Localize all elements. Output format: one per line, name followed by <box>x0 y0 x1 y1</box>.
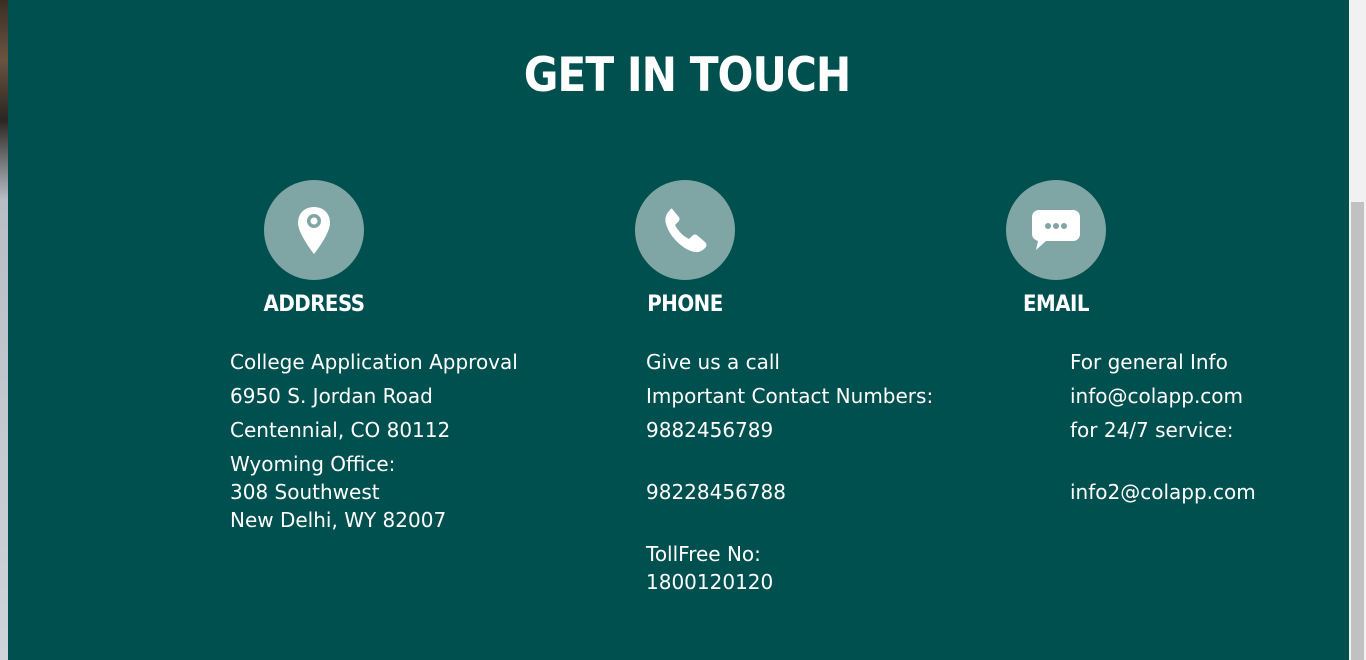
address-line: College Application Approval <box>230 350 518 374</box>
map-pin-icon <box>298 207 330 254</box>
email-link[interactable]: info2@colapp.com <box>1070 478 1256 506</box>
section-title: GET IN TOUCH <box>523 48 852 103</box>
address-line: New Delhi, WY 82007 <box>230 508 447 532</box>
phone-line: Important Contact Numbers: <box>646 384 934 408</box>
phone-icon <box>665 208 707 253</box>
scrollbar-thumb[interactable] <box>1351 202 1364 660</box>
phone-number-link[interactable]: 9882456789 <box>646 416 773 444</box>
phone-line: TollFree No: <box>646 542 761 566</box>
vertical-scrollbar[interactable] <box>1349 0 1366 660</box>
email-icon-circle <box>1006 180 1106 280</box>
address-line: Wyoming Office: <box>230 452 396 476</box>
email-heading: EMAIL <box>1022 292 1090 317</box>
email-line: For general Info <box>1070 350 1228 374</box>
phone-heading: PHONE <box>647 292 723 317</box>
phone-number-link[interactable]: 98228456788 <box>646 478 786 506</box>
get-in-touch-section: GET IN TOUCH ADDRESS College Application… <box>8 0 1349 660</box>
address-line: 308 Southwest <box>230 480 380 504</box>
address-line: 6950 S. Jordan Road <box>230 384 433 408</box>
phone-icon-circle <box>635 180 735 280</box>
phone-line: Give us a call <box>646 350 780 374</box>
address-icon-circle <box>264 180 364 280</box>
email-line: for 24/7 service: <box>1070 418 1234 442</box>
address-line: Centennial, CO 80112 <box>230 418 451 442</box>
phone-number-link[interactable]: 1800120120 <box>646 568 773 596</box>
email-link[interactable]: info@colapp.com <box>1070 382 1243 410</box>
address-heading: ADDRESS <box>263 292 365 317</box>
left-edge-background <box>0 0 8 660</box>
chat-bubble-icon <box>1032 210 1080 250</box>
